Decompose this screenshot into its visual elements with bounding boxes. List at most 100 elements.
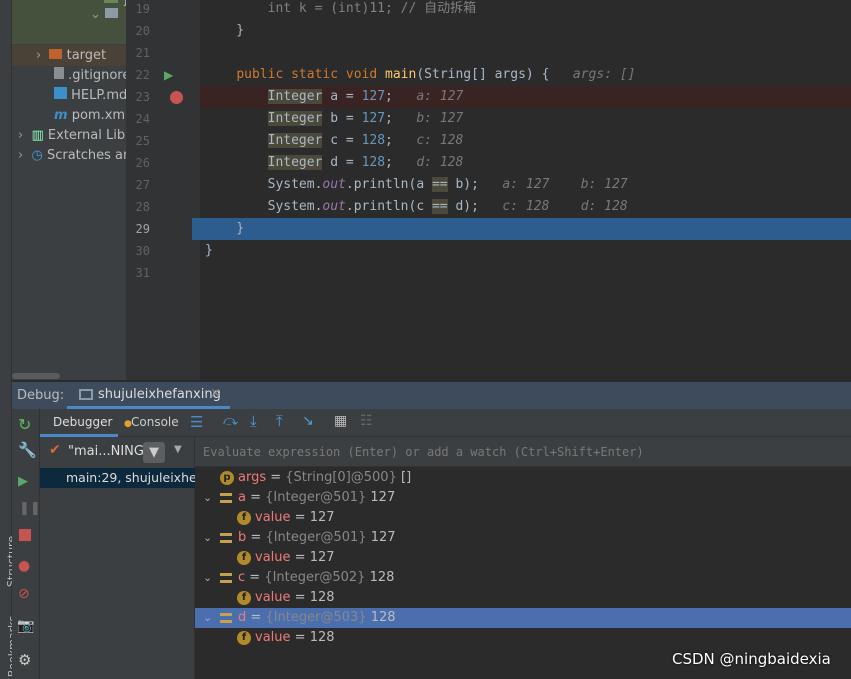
pause-icon[interactable]: ❚❚ [19,501,41,516]
object-icon [220,493,232,503]
chevron-down-icon[interactable]: ⌄ [203,488,212,508]
project-scrollbar[interactable] [12,373,60,379]
code-line[interactable]: System.out.println(a == b); a: 127 b: 12… [200,174,851,196]
line-number[interactable]: 20 [126,24,150,38]
code-line[interactable]: Integer c = 128; c: 128 [200,130,851,152]
variables-panel: pargs = {String[0]@500} []⌄a = {Integer@… [195,437,851,679]
line-number[interactable]: 25 [126,134,150,148]
variable-row[interactable]: f value = 128 [195,628,851,648]
code-line[interactable]: public static void main(String[] args) {… [200,64,851,86]
tab-console[interactable]: ● Console [124,409,194,437]
tree-item-help-md[interactable]: HELP.md [54,86,126,106]
line-number[interactable]: 27 [126,178,150,192]
debug-session-tab[interactable]: shujuleixhefanxing × [67,382,230,409]
chevron-down-icon[interactable]: ⌄ [203,568,212,588]
wrench-icon[interactable]: 🔧 [18,441,37,459]
editor-gutter: 19 20 21 22 ▶ 23 24 25 26 27 28 29 30 31 [126,0,274,380]
code-token: b); [447,177,479,192]
code-line[interactable]: } [200,218,851,240]
code-editor[interactable]: int k = (int)11; // 自动拆箱 } public static… [200,0,851,380]
resume-icon[interactable]: ▶ [18,474,28,489]
camera-icon[interactable]: 📷 [17,618,34,634]
variable-row[interactable]: ⌄ d = {Integer@503} 128 [195,608,851,628]
code-line[interactable]: Integer a = 127; a: 127 [200,86,851,108]
code-token: 128 [361,155,386,170]
line-number[interactable]: 26 [126,156,150,170]
variable-name: args [238,470,267,485]
line-number[interactable]: 21 [126,46,150,60]
line-number[interactable]: 28 [126,200,150,214]
view-breakpoints-icon[interactable]: ● [18,558,30,574]
rerun-icon[interactable]: ↻ [18,415,31,434]
line-number[interactable]: 23 [126,90,150,104]
line-number[interactable]: 22 [126,68,150,82]
breakpoint-icon[interactable] [170,91,183,104]
stop-icon[interactable] [19,529,31,541]
tree-item-package[interactable]: ⌄ [90,5,119,25]
code-token: System. [205,199,323,214]
variable-row[interactable]: p args = {String[0]@500} [] [195,468,851,488]
layout-menu-icon[interactable]: ☰ [190,413,203,431]
line-number[interactable]: 31 [126,266,150,280]
variable-row[interactable]: ⌄ b = {Integer@501} 127 [195,528,851,548]
dropdown-arrow-icon[interactable]: ▼ [174,444,182,455]
code-token: ; [385,111,393,126]
settings-gear-icon[interactable]: ⚙ [18,651,31,669]
chevron-down-icon[interactable]: ⌄ [203,528,212,548]
code-line[interactable]: System.out.println(c == d); c: 128 d: 12… [200,196,851,218]
variable-row[interactable]: f value = 128 [195,588,851,608]
code-line[interactable]: Integer d = 128; d: 128 [200,152,851,174]
filter-icon[interactable]: ▼ [143,442,165,463]
left-tool-strip: Structure Bookmarks [0,0,19,679]
close-tab-icon[interactable]: × [210,386,221,401]
line-number[interactable]: 30 [126,244,150,258]
variable-row[interactable]: ⌄ a = {Integer@501} 127 [195,488,851,508]
stack-frame-row[interactable]: main:29, shujuleixhefanxing [40,468,195,488]
code-line[interactable]: int k = (int)11; // 自动拆箱 [200,0,851,20]
trace-stream-icon[interactable]: ☷ [360,413,373,429]
code-line[interactable] [200,262,851,284]
variable-value: 127 [309,550,335,565]
code-line[interactable]: } [200,240,851,262]
tree-item-scratches[interactable]: › ◷ Scratches and Consoles [18,146,126,166]
line-number[interactable]: 19 [126,2,150,16]
line-number[interactable]: 24 [126,112,150,126]
variable-type: {Integer@502} [264,570,366,585]
run-to-cursor-icon[interactable]: ↘ [302,413,314,429]
variable-value: 127 [370,530,396,545]
mute-breakpoints-icon[interactable]: ⊘ [18,586,30,602]
code-token: out [322,177,346,192]
step-into-icon[interactable]: ⤓ [250,412,257,430]
evaluate-expression-icon[interactable]: ▦ [334,413,347,429]
tree-item-gitignore[interactable]: .gitignore [54,66,126,86]
tree-item-external-libraries[interactable]: › ▥ External Libraries [18,126,126,146]
step-over-icon[interactable]: ⤼ [223,413,238,429]
step-out-icon[interactable]: ⤒ [276,412,283,430]
variable-row[interactable]: ⌄ c = {Integer@502} 128 [195,568,851,588]
code-token: (String[] args) { [416,67,550,82]
code-token: == [431,199,448,214]
variable-value: 128 [370,610,396,625]
gitignore-file-icon [54,67,64,79]
run-gutter-icon[interactable]: ▶ [164,68,173,82]
thread-selector[interactable]: ✔ "mai...NING ▼ ▼ [40,437,195,467]
variable-value: 128 [369,570,395,585]
tab-debugger[interactable]: Debugger [40,409,118,437]
variable-value: 128 [309,630,335,645]
evaluate-expression-input[interactable] [195,437,851,467]
line-number[interactable]: 29 [126,222,150,236]
object-icon [220,613,232,623]
variable-row[interactable]: f value = 127 [195,548,851,568]
chevron-down-icon[interactable]: ⌄ [203,608,212,628]
variable-row[interactable]: f value = 127 [195,508,851,528]
code-line[interactable]: } [200,20,851,42]
tree-item-pom[interactable]: m pom.xml [54,106,126,126]
code-line[interactable]: Integer b = 127; b: 127 [200,108,851,130]
tree-item-target[interactable]: › target [36,46,106,66]
variable-name: value [255,630,291,645]
code-line[interactable] [200,42,851,64]
code-token: 127 [361,89,386,104]
variable-type: {String[0]@500} [285,470,397,485]
